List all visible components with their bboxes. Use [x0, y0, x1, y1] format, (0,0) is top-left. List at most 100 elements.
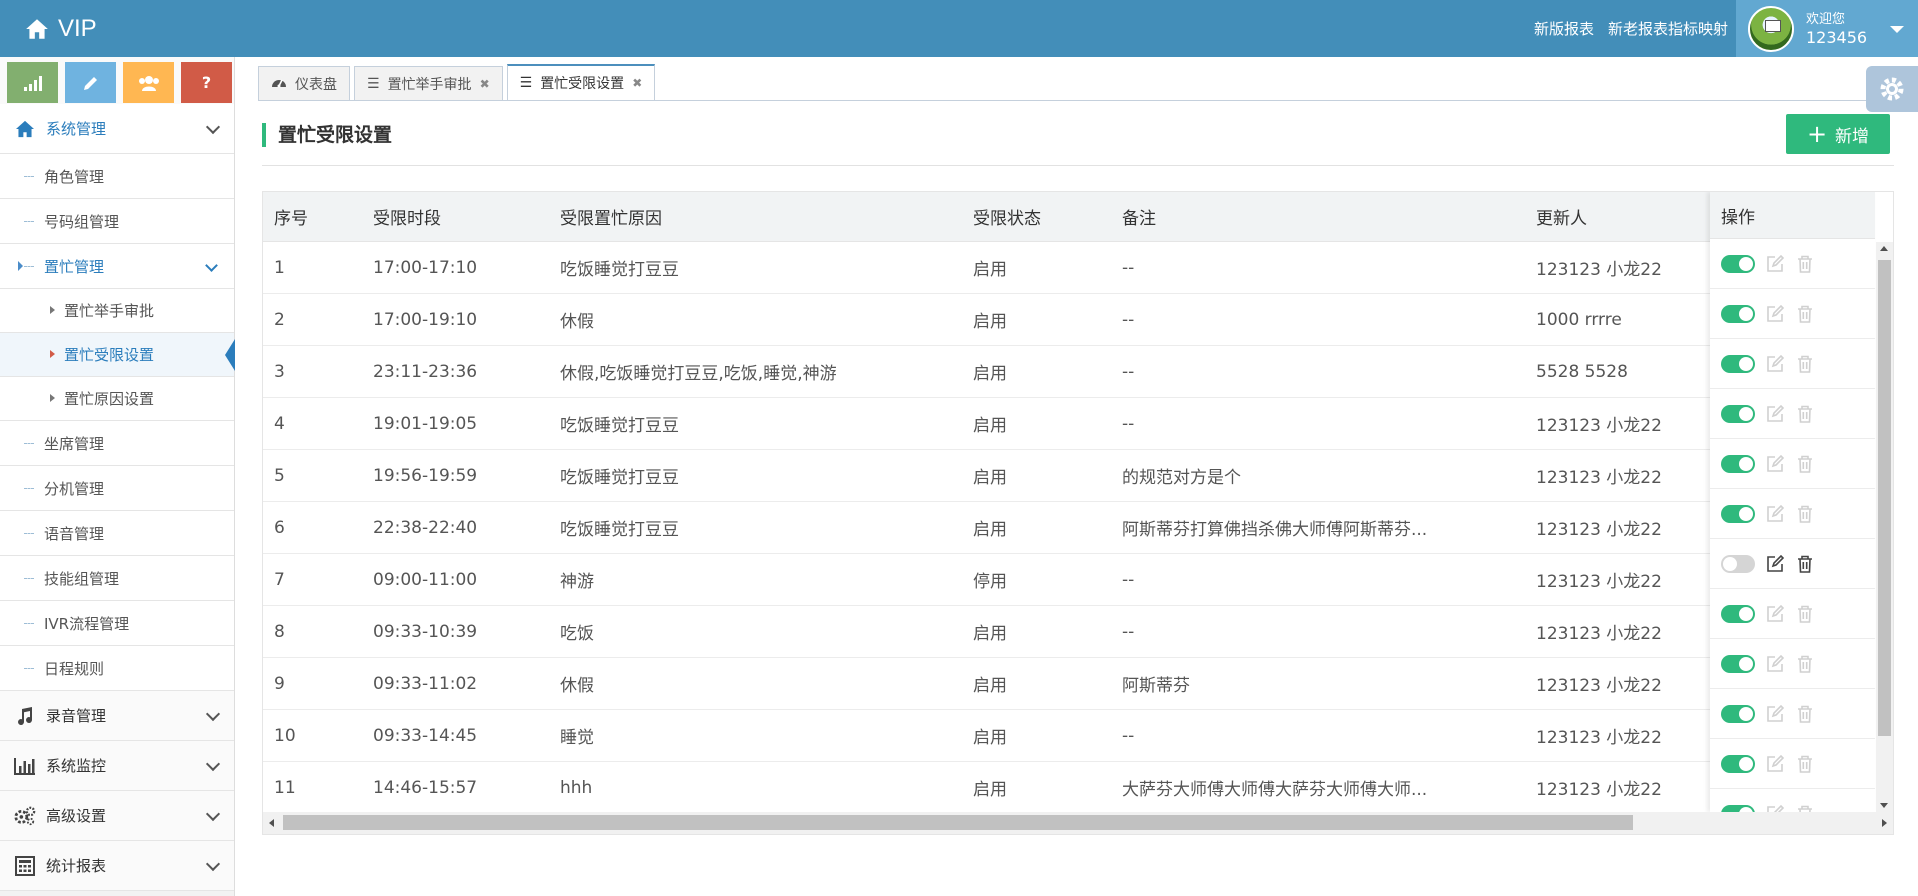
sidebar-item-busy-approval[interactable]: 置忙举手审批 [0, 289, 234, 333]
sidebar-item-busy-reason[interactable]: 置忙原因设置 [0, 377, 234, 421]
menu-advanced[interactable]: 高级设置 [0, 791, 234, 841]
ops-row [1710, 389, 1875, 439]
sidebar-item-ivr[interactable]: IVR流程管理 [0, 601, 234, 646]
delete-icon[interactable] [1795, 654, 1815, 674]
sidebar-item-busy-management[interactable]: 置忙管理 [0, 244, 234, 289]
edit-icon[interactable] [1765, 754, 1785, 774]
col-header-status[interactable]: 受限状态 [962, 192, 1111, 242]
delete-icon[interactable] [1795, 704, 1815, 724]
add-button[interactable]: + 新增 [1786, 114, 1890, 154]
delete-icon[interactable] [1795, 504, 1815, 524]
edit-icon[interactable] [1765, 654, 1785, 674]
shortcut-stats-button[interactable] [7, 62, 58, 103]
ops-row [1710, 339, 1875, 389]
edit-icon[interactable] [1765, 604, 1785, 624]
sidebar-item-voice[interactable]: 语音管理 [0, 511, 234, 556]
page-header: 置忙受限设置 + 新增 [262, 114, 1894, 166]
delete-icon[interactable] [1795, 254, 1815, 274]
delete-icon[interactable] [1795, 754, 1815, 774]
chevron-down-icon [205, 706, 221, 722]
scroll-right-icon[interactable] [1882, 819, 1887, 827]
status-toggle[interactable] [1721, 254, 1755, 273]
scroll-left-icon[interactable] [269, 819, 274, 827]
delete-icon[interactable] [1795, 604, 1815, 624]
status-toggle[interactable] [1721, 754, 1755, 773]
sidebar-item-roles[interactable]: 角色管理 [0, 154, 234, 199]
col-header-no[interactable]: 序号 [263, 192, 362, 242]
edit-icon[interactable] [1765, 454, 1785, 474]
shortcut-help-button[interactable]: ? [181, 62, 232, 103]
scroll-thumb[interactable] [1878, 260, 1891, 736]
edit-icon[interactable] [1765, 504, 1785, 524]
delete-icon[interactable] [1795, 454, 1815, 474]
vertical-scrollbar[interactable] [1876, 242, 1893, 812]
edit-icon[interactable] [1765, 704, 1785, 724]
close-icon[interactable]: ✖ [480, 77, 490, 91]
status-toggle[interactable] [1721, 554, 1755, 573]
col-header-reason[interactable]: 受限置忙原因 [549, 192, 962, 242]
sidebar-item-agents[interactable]: 坐席管理 [0, 421, 234, 466]
pencil-icon [83, 76, 97, 90]
sidebar-item-extensions[interactable]: 分机管理 [0, 466, 234, 511]
edit-icon[interactable] [1765, 254, 1785, 274]
cell-reason: 神游 [549, 553, 962, 606]
scroll-up-icon[interactable] [1880, 246, 1888, 251]
ops-row [1710, 539, 1875, 589]
status-toggle[interactable] [1721, 504, 1755, 523]
cell-period: 09:33-14:45 [362, 709, 549, 762]
ops-row [1710, 589, 1875, 639]
cell-reason: 休假,吃饭睡觉打豆豆,吃饭,睡觉,神游 [549, 345, 962, 398]
cell-status: 启用 [962, 397, 1111, 450]
edit-icon[interactable] [1765, 304, 1785, 324]
table-row: 3 23:11-23:36 休假,吃饭睡觉打豆豆,吃饭,睡觉,神游 启用 -- 5528 … [263, 345, 1875, 398]
tab-dashboard[interactable]: 仪表盘 [258, 66, 350, 100]
sidebar-item-busy-limit[interactable]: 置忙受限设置 [0, 333, 235, 377]
menu-recording[interactable]: 录音管理 [0, 691, 234, 741]
delete-icon[interactable] [1795, 404, 1815, 424]
scroll-down-icon[interactable] [1880, 803, 1888, 808]
tab-busy-approval[interactable]: ☰ 置忙举手审批 ✖ [354, 66, 503, 100]
shortcut-edit-button[interactable] [65, 62, 116, 103]
status-toggle[interactable] [1721, 454, 1755, 473]
settings-gear-button[interactable] [1866, 66, 1918, 112]
cell-period: 17:00-17:10 [362, 241, 549, 294]
report-mapping-link[interactable]: 新老报表指标映射 [1608, 18, 1728, 39]
status-toggle[interactable] [1721, 354, 1755, 373]
sidebar-item-number-groups[interactable]: 号码组管理 [0, 199, 234, 244]
menu-monitoring[interactable]: 系统监控 [0, 741, 234, 791]
status-toggle[interactable] [1721, 704, 1755, 723]
cell-reason: 吃饭睡觉打豆豆 [549, 501, 962, 554]
sidebar-item-skill-groups[interactable]: 技能组管理 [0, 556, 234, 601]
tab-busy-limit[interactable]: ☰ 置忙受限设置 ✖ [506, 64, 656, 100]
menu-reports[interactable]: 统计报表 [0, 841, 234, 891]
col-header-period[interactable]: 受限时段 [362, 192, 549, 242]
user-menu[interactable]: 欢迎您 123456 [1736, 0, 1918, 57]
edit-icon[interactable] [1765, 554, 1785, 574]
delete-icon[interactable] [1795, 304, 1815, 324]
col-header-ops: 操作 [1710, 192, 1875, 239]
menu-system-management[interactable]: 系统管理 [0, 104, 234, 154]
col-header-note[interactable]: 备注 [1111, 192, 1525, 242]
ops-row [1710, 639, 1875, 689]
status-toggle[interactable] [1721, 304, 1755, 323]
username: 123456 [1806, 27, 1868, 47]
music-icon [14, 705, 36, 727]
status-toggle[interactable] [1721, 404, 1755, 423]
new-report-link[interactable]: 新版报表 [1534, 18, 1594, 39]
ops-row [1710, 289, 1875, 339]
edit-icon[interactable] [1765, 404, 1785, 424]
tab-label: 仪表盘 [295, 76, 337, 93]
sidebar-item-schedule[interactable]: 日程规则 [0, 646, 234, 691]
status-toggle[interactable] [1721, 654, 1755, 673]
brand[interactable]: VIP [24, 15, 97, 43]
horizontal-scrollbar[interactable] [263, 812, 1893, 834]
edit-icon[interactable] [1765, 354, 1785, 374]
table-row: 10 09:33-14:45 睡觉 启用 -- 123123 小龙22 [263, 709, 1875, 762]
shortcut-users-button[interactable] [123, 62, 174, 103]
delete-icon[interactable] [1795, 354, 1815, 374]
delete-icon[interactable] [1795, 554, 1815, 574]
table-body: 1 17:00-17:10 吃饭睡觉打豆豆 启用 -- 123123 小龙22 2 17:00… [263, 241, 1875, 834]
status-toggle[interactable] [1721, 604, 1755, 623]
scroll-thumb[interactable] [283, 815, 1633, 830]
close-icon[interactable]: ✖ [632, 76, 642, 90]
